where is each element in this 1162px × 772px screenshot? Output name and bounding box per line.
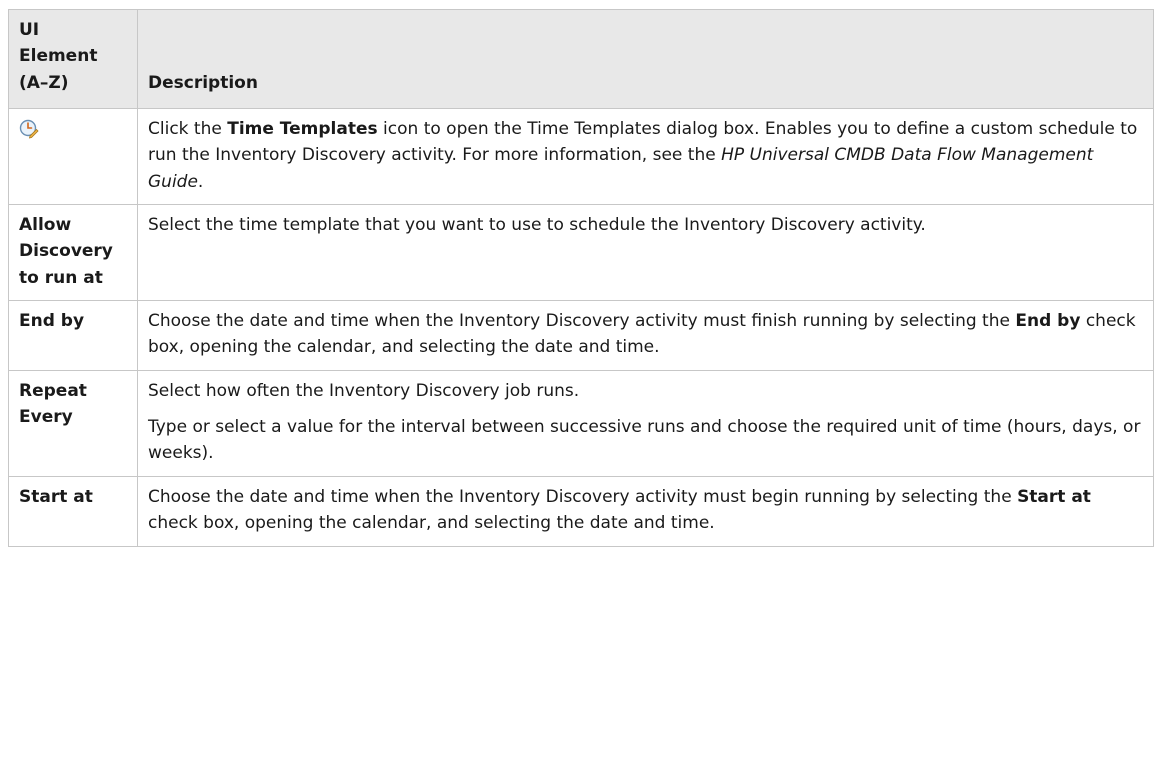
table-row: End by Choose the date and time when the… (8, 300, 1154, 371)
element-label-line: Repeat (19, 380, 87, 401)
element-cell: Repeat Every (8, 369, 138, 477)
element-label-line: Every (19, 407, 73, 428)
desc-paragraph: Type or select a value for the interval … (148, 417, 1141, 464)
header-description: Description (137, 8, 1154, 110)
element-label-line: Allow (19, 215, 72, 236)
desc-paragraph: Select how often the Inventory Discovery… (148, 380, 580, 401)
element-label-line: Discovery (19, 241, 113, 262)
desc-text: Click the (148, 119, 228, 140)
desc-bold-time-templates: Time Templates (227, 119, 378, 140)
description-cell: Select the time template that you want t… (137, 204, 1154, 302)
desc-bold-start-at: Start at (1017, 486, 1091, 507)
table-header-row: UI Element (A–Z) Description (8, 8, 1154, 110)
time-templates-icon (19, 119, 39, 139)
header-col1-line3: (A–Z) (19, 72, 69, 93)
desc-text: . (197, 171, 204, 192)
desc-text: Choose the date and time when the Invent… (148, 486, 1018, 507)
header-ui-element: UI Element (A–Z) (8, 8, 138, 110)
desc-bold-end-by: End by (1015, 311, 1081, 332)
table-row: Click the Time Templates icon to open th… (8, 108, 1154, 206)
element-cell (8, 108, 138, 206)
description-cell: Choose the date and time when the Invent… (137, 300, 1154, 371)
description-cell: Select how often the Inventory Discovery… (137, 369, 1154, 477)
desc-text: Choose the date and time when the Invent… (148, 311, 1016, 332)
table-row: Allow Discovery to run at Select the time … (8, 204, 1154, 302)
header-col1-line2: Element (19, 46, 98, 67)
description-cell: Click the Time Templates icon to open th… (137, 108, 1154, 206)
element-label-line: to run at (19, 267, 103, 288)
element-cell: End by (8, 300, 138, 371)
element-cell: Start at (8, 475, 138, 547)
description-cell: Choose the date and time when the Invent… (137, 475, 1154, 547)
table-row: Repeat Every Select how often the Invento… (8, 369, 1154, 477)
ui-elements-table: UI Element (A–Z) Description Click the Tim… (8, 8, 1154, 547)
table-row: Start at Choose the date and time when t… (8, 475, 1154, 547)
header-col1-line1: UI (19, 20, 40, 40)
element-cell: Allow Discovery to run at (8, 204, 138, 302)
desc-text: check box, opening the calendar, and sel… (148, 513, 715, 534)
